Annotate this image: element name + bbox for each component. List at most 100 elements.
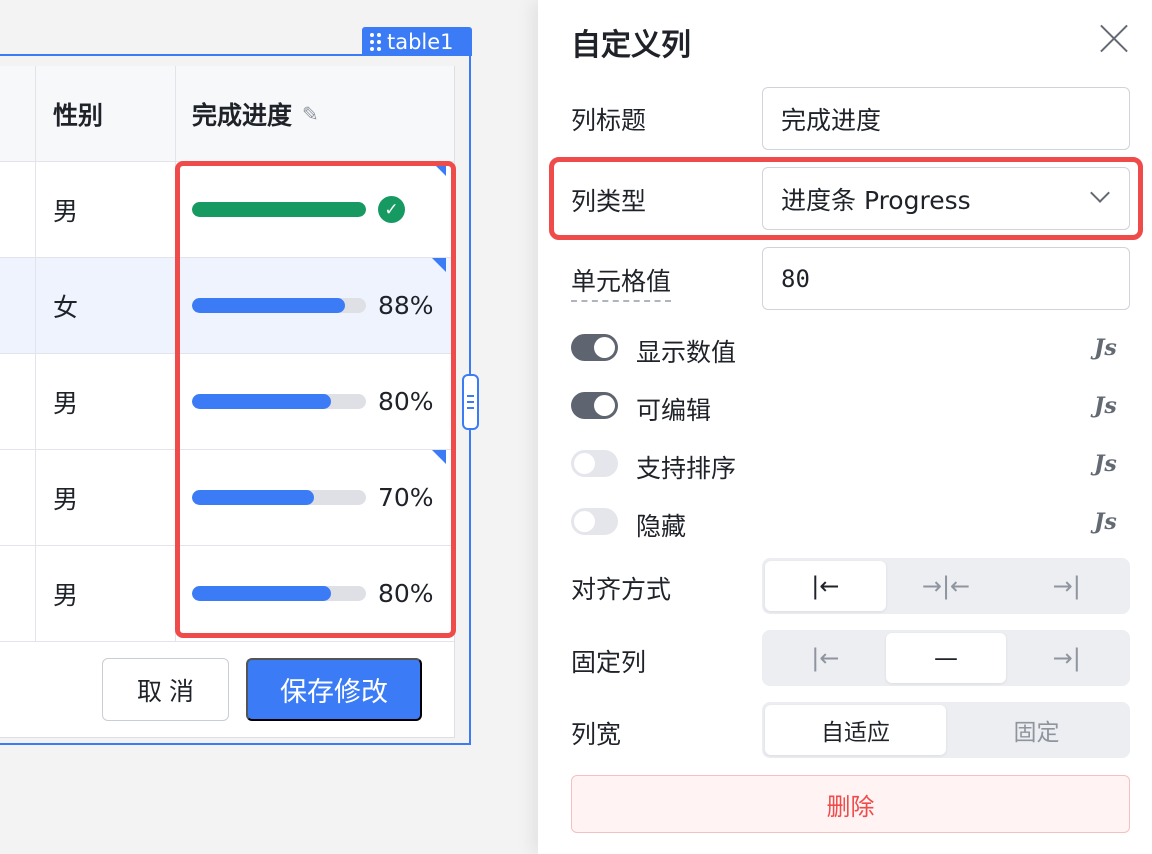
toggle-label: 可编辑 xyxy=(636,396,712,425)
progress-bar-fill xyxy=(192,394,332,409)
resize-handle[interactable] xyxy=(462,374,479,430)
progress-percent: 80% xyxy=(378,579,434,608)
fixed-left-option[interactable]: |← xyxy=(765,633,886,683)
toggle-switch[interactable] xyxy=(571,392,618,419)
gender-cell[interactable]: 男 xyxy=(36,546,176,641)
progress-percent: 88% xyxy=(378,291,434,320)
table-row[interactable]: 男 80% xyxy=(0,354,454,450)
gender-value: 男 xyxy=(53,388,79,418)
column-title-value: 完成进度 xyxy=(781,105,882,135)
column-title-input[interactable]: 完成进度 xyxy=(762,87,1130,150)
drag-handle-icon[interactable] xyxy=(370,32,381,51)
gender-cell[interactable]: 男 xyxy=(36,162,176,257)
delete-column-button[interactable]: 删除 xyxy=(571,775,1130,833)
edited-marker-icon xyxy=(432,162,446,176)
column-type-value: 进度条 Progress xyxy=(781,185,971,215)
js-expression-icon[interactable]: Js xyxy=(1094,451,1117,477)
progress-bar-track xyxy=(192,394,366,409)
progress-bar-fill xyxy=(192,202,366,217)
align-right-option[interactable]: →| xyxy=(1006,561,1127,611)
table-row[interactable]: 男 80% xyxy=(0,546,454,642)
toggle-label: 隐藏 xyxy=(636,512,687,541)
width-fixed-option[interactable]: 固定 xyxy=(946,705,1127,755)
js-expression-icon[interactable]: Js xyxy=(1094,509,1117,535)
pin-right-icon: →| xyxy=(1052,644,1081,672)
align-label: 对齐方式 xyxy=(571,575,672,604)
column-header-label: 完成进度 xyxy=(192,100,293,130)
cell-value-input[interactable]: 80 xyxy=(762,247,1130,310)
toggle-label: 支持排序 xyxy=(636,454,737,483)
gender-value: 男 xyxy=(53,484,79,514)
width-segmented-control[interactable]: 自适应 固定 xyxy=(762,702,1130,758)
progress-cell[interactable]: 80% xyxy=(176,354,454,449)
cell-value-label: 单元格值 xyxy=(571,262,672,302)
table-header-cell xyxy=(0,66,36,162)
progress-bar-fill xyxy=(192,586,332,601)
align-center-icon: →|← xyxy=(921,572,971,600)
progress-cell[interactable]: 80% xyxy=(176,546,454,641)
progress-bar-track xyxy=(192,202,366,217)
column-width-label: 列宽 xyxy=(571,720,622,749)
table-tag-label: table1 xyxy=(387,29,454,54)
edit-pencil-icon[interactable]: ✎ xyxy=(302,102,319,126)
table-cell xyxy=(0,162,36,257)
edited-marker-icon xyxy=(432,450,446,464)
column-header-progress[interactable]: 完成进度 ✎ xyxy=(176,66,454,162)
gender-cell[interactable]: 男 xyxy=(36,450,176,545)
save-button[interactable]: 保存修改 xyxy=(246,658,422,721)
toggle-switch[interactable] xyxy=(571,334,618,361)
table-cell xyxy=(0,450,36,545)
edited-marker-icon xyxy=(432,258,446,272)
toggle-switch[interactable] xyxy=(571,450,618,477)
column-title-label: 列标题 xyxy=(571,106,647,135)
table-cell xyxy=(0,258,36,353)
table-cell xyxy=(0,546,36,641)
chevron-down-icon xyxy=(1090,183,1110,203)
progress-bar-fill xyxy=(192,490,314,505)
toggle-label: 显示数值 xyxy=(636,338,737,367)
cell-value: 80 xyxy=(781,264,810,293)
progress-bar-fill xyxy=(192,298,346,313)
progress-percent: 70% xyxy=(378,483,434,512)
toggle-switch[interactable] xyxy=(571,508,618,535)
gender-value: 男 xyxy=(53,196,79,226)
fixed-column-label: 固定列 xyxy=(571,648,647,677)
gender-value: 女 xyxy=(53,292,79,322)
close-icon[interactable] xyxy=(1098,22,1130,54)
js-expression-icon[interactable]: Js xyxy=(1094,393,1117,419)
panel-title: 自定义列 xyxy=(571,28,691,63)
js-expression-icon[interactable]: Js xyxy=(1094,335,1117,361)
table-component-tag[interactable]: table1 xyxy=(362,27,472,56)
width-auto-option[interactable]: 自适应 xyxy=(765,705,946,755)
align-right-icon: →| xyxy=(1052,572,1081,600)
align-left-option[interactable]: |← xyxy=(765,561,886,611)
progress-cell[interactable]: 88% xyxy=(176,258,454,353)
fixed-right-option[interactable]: →| xyxy=(1006,633,1127,683)
progress-cell[interactable]: 70% xyxy=(176,450,454,545)
progress-cell[interactable]: ✓ xyxy=(176,162,454,257)
fixed-segmented-control[interactable]: |← — →| xyxy=(762,630,1130,686)
column-header-label: 性别 xyxy=(53,100,104,130)
gender-value: 男 xyxy=(53,580,79,610)
check-circle-icon: ✓ xyxy=(378,196,405,223)
column-type-select[interactable]: 进度条 Progress xyxy=(762,167,1130,230)
table-row[interactable]: 男 70% xyxy=(0,450,454,546)
unpinned-icon: — xyxy=(934,644,958,672)
progress-bar-track xyxy=(192,490,366,505)
progress-percent: 80% xyxy=(378,387,434,416)
column-settings-panel: 自定义列 列标题 完成进度 列类型 进度条 Progress 单元格值 80 显… xyxy=(538,0,1152,854)
column-type-label: 列类型 xyxy=(571,187,647,216)
gender-cell[interactable]: 男 xyxy=(36,354,176,449)
fixed-none-option[interactable]: — xyxy=(885,633,1007,683)
table-cell xyxy=(0,354,36,449)
pin-left-icon: |← xyxy=(811,644,840,672)
table-row[interactable]: 男 ✓ xyxy=(0,162,454,258)
align-segmented-control[interactable]: |← →|← →| xyxy=(762,558,1130,614)
cancel-button[interactable]: 取 消 xyxy=(102,658,229,721)
progress-bar-track xyxy=(192,298,366,313)
gender-cell[interactable]: 女 xyxy=(36,258,176,353)
column-header-gender[interactable]: 性别 xyxy=(36,66,176,162)
align-center-option[interactable]: →|← xyxy=(886,561,1007,611)
align-left-icon: |← xyxy=(811,572,840,600)
table-row[interactable]: 女 88% xyxy=(0,258,454,354)
